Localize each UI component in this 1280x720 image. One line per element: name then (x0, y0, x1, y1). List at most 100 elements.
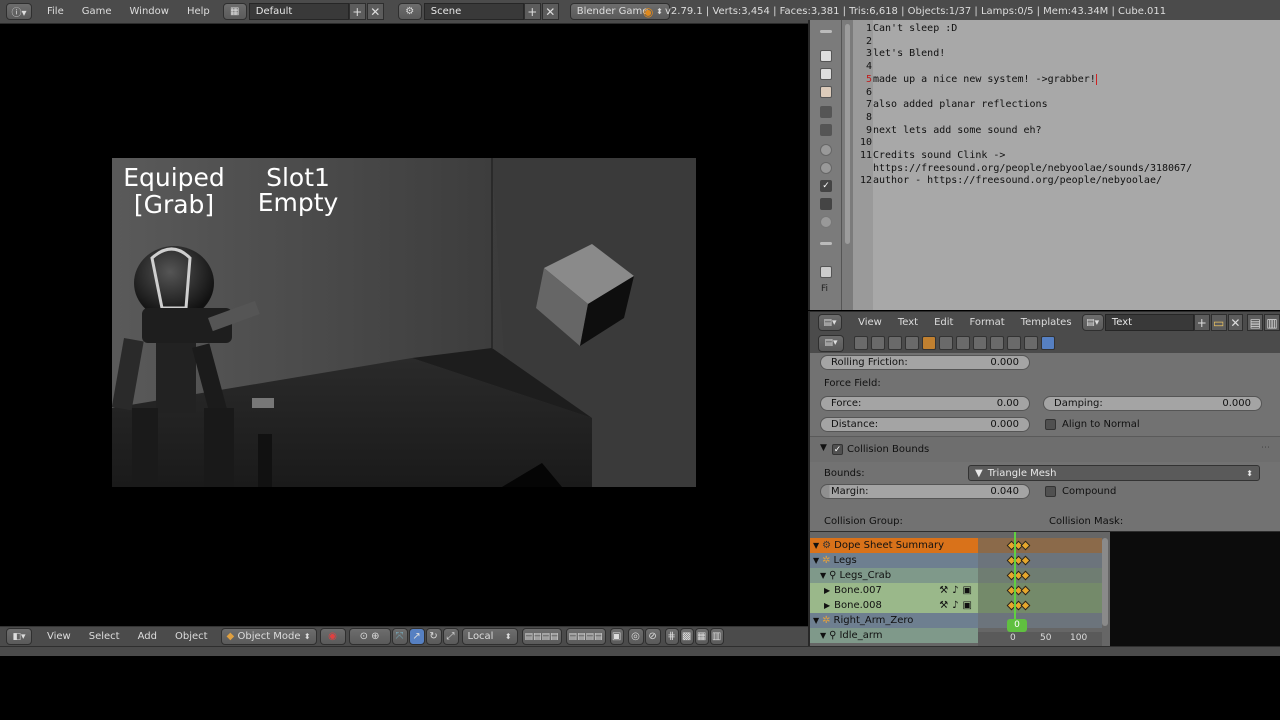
add-scene-button[interactable]: + (523, 3, 541, 20)
opengl-render-button[interactable]: ▩ (679, 628, 694, 645)
bone-008-track[interactable] (978, 598, 1102, 613)
damping-slider[interactable]: Damping: 0.000 (1043, 396, 1262, 411)
channel-bone-007[interactable]: ▶ Bone.007 ⚒ ♪ ▣ (810, 583, 978, 598)
menu-view[interactable]: View (38, 631, 80, 642)
screen-layout-button[interactable]: ▦ (222, 3, 247, 20)
menu-add[interactable]: Add (129, 631, 166, 642)
layers-group-2[interactable]: ▤▤▤▤ (565, 628, 606, 645)
menu-help[interactable]: Help (178, 6, 219, 17)
menu-window[interactable]: Window (121, 6, 178, 17)
open-text-button[interactable]: ▭ (1210, 314, 1227, 331)
file-icon[interactable] (820, 266, 832, 278)
properties-editor[interactable]: ▤▾ Rolling Friction: 0.000 Force Field: … (808, 333, 1280, 531)
text-editor-content[interactable]: 1 Can't sleep :D 2 3 let's Blend! 4 5 made … (860, 20, 1273, 310)
layers-group-1[interactable]: ▤▤▤▤ (521, 628, 562, 645)
orientation-dropdown[interactable]: Local ⬍ (461, 628, 518, 645)
syntax-highlight-toggle[interactable] (820, 86, 832, 98)
line-numbers-toggle[interactable] (820, 50, 832, 62)
delete-scene-button[interactable]: ✕ (541, 3, 559, 20)
snap-button[interactable]: ⊘ (644, 628, 661, 645)
modifiers-tab-icon[interactable] (956, 336, 970, 350)
margin-slider[interactable]: Margin: 0.040 (820, 484, 1030, 499)
wrench-icon[interactable]: ⚒ (939, 600, 948, 611)
drag-handle-icon[interactable]: ⋯ (1261, 443, 1270, 453)
editor-type-text-button[interactable]: ▤▾ (818, 314, 843, 331)
world-tab-icon[interactable] (905, 336, 919, 350)
render-tab-icon[interactable] (854, 336, 868, 350)
dope-sheet-editor[interactable]: ▼ ⚙ Dope Sheet Summary ▼ ✲ Legs ▼ ⚲ Legs… (808, 531, 1280, 646)
dopesheet-scrollbar[interactable] (1102, 538, 1108, 626)
channel-legs[interactable]: ▼ ✲ Legs (810, 553, 978, 568)
channel-dope-sheet-summary[interactable]: ▼ ⚙ Dope Sheet Summary (810, 538, 978, 553)
editor-type-info-button[interactable]: ⓘ▾ (6, 3, 32, 20)
hide-toolshelf-icon[interactable] (820, 30, 832, 33)
game-render-view[interactable]: Equiped [Grab] Slot1 Empty (112, 158, 696, 487)
snap-element-button[interactable]: ⋕ (664, 628, 679, 645)
toggle-line-numbers-button[interactable]: ▤ (1247, 314, 1264, 331)
word-wrap-toggle[interactable] (820, 68, 832, 80)
scene-field[interactable]: Scene (423, 3, 524, 20)
rolling-friction-slider[interactable]: Rolling Friction: 0.000 (820, 355, 1030, 370)
pivot-point-button[interactable]: ⊙ ⊕ (348, 628, 391, 645)
radio-icon[interactable] (820, 216, 832, 228)
texture-tab-icon[interactable] (1007, 336, 1021, 350)
physics-tab-icon[interactable] (1041, 336, 1055, 350)
collapse-icon[interactable] (820, 242, 832, 245)
material-tab-icon[interactable] (990, 336, 1004, 350)
3d-viewport[interactable]: Equiped [Grab] Slot1 Empty (0, 24, 808, 626)
text-editor-scrollbar[interactable] (842, 20, 853, 310)
collision-bounds-panel-header[interactable]: ▼ ✓ Collision Bounds ⋯ (810, 436, 1280, 462)
scale-button[interactable]: ⤢ (442, 628, 459, 645)
menu-object[interactable]: Object (166, 631, 217, 642)
menu-game[interactable]: Game (73, 6, 121, 17)
layout-field[interactable]: Default (248, 3, 349, 20)
align-to-normal-checkbox[interactable] (1045, 419, 1056, 430)
right-arm-track[interactable] (978, 613, 1102, 628)
lock-icon[interactable]: ▣ (963, 600, 972, 611)
frame-ruler[interactable]: 0 50 100 (978, 632, 1102, 646)
particles-tab-icon[interactable] (1024, 336, 1038, 350)
channel-bone-008[interactable]: ▶ Bone.008 ⚒ ♪ ▣ (810, 598, 978, 613)
menu-format[interactable]: Format (961, 317, 1012, 328)
editor-type-3d-button[interactable]: ◧▾ (6, 628, 32, 645)
menu-select[interactable]: Select (80, 631, 129, 642)
render-layers-tab-icon[interactable] (871, 336, 885, 350)
speaker-icon[interactable]: ♪ (952, 600, 958, 611)
distance-slider[interactable]: Distance: 0.000 (820, 417, 1030, 432)
render-engine-dropdown[interactable]: Blender Game ⬍ (569, 3, 670, 20)
text-editor[interactable]: ✓ Fi 1 Can't sleep :D 2 3 let's Blend! 4 5… (808, 20, 1280, 310)
opengl-anim-button[interactable]: ▦ (694, 628, 709, 645)
editor-type-properties-button[interactable]: ▤▾ (818, 334, 844, 352)
add-layout-button[interactable]: + (348, 3, 366, 20)
lock-icon[interactable]: ▣ (963, 585, 972, 596)
lock-layers-button[interactable]: ▣ (609, 628, 624, 645)
translate-button[interactable]: ↗ (408, 628, 425, 645)
speaker-icon[interactable]: ♪ (952, 585, 958, 596)
radio-icon[interactable] (820, 162, 832, 174)
object-tab-icon[interactable] (922, 336, 936, 350)
legs-track[interactable] (978, 553, 1102, 568)
force-slider[interactable]: Force: 0.00 (820, 396, 1030, 411)
checkbox-icon[interactable]: ✓ (820, 180, 832, 192)
new-text-button[interactable]: + (1193, 314, 1210, 331)
mode-dropdown[interactable]: ◆ Object Mode ⬍ (220, 628, 317, 645)
rotate-button[interactable]: ↻ (425, 628, 442, 645)
delete-layout-button[interactable]: ✕ (366, 3, 384, 20)
channel-right-arm-zero[interactable]: ▼ ✲ Right_Arm_Zero (810, 613, 978, 628)
menu-text[interactable]: Text (890, 317, 926, 328)
proportional-edit-button[interactable]: ◎ (627, 628, 644, 645)
menu-file[interactable]: File (38, 6, 73, 17)
text-browse-button[interactable]: ▤▾ (1081, 314, 1104, 331)
viewport-shading-button[interactable]: ◉ (319, 628, 346, 645)
checkbox-icon[interactable] (820, 198, 832, 210)
text-datablock-field[interactable]: Text (1104, 314, 1194, 331)
data-tab-icon[interactable] (973, 336, 987, 350)
channel-idle-arm[interactable]: ▼ ⚲ Idle_arm (810, 628, 978, 643)
legs-crab-track[interactable] (978, 568, 1102, 583)
manipulator-toggle[interactable]: ⤧ (391, 628, 408, 645)
unlink-text-button[interactable]: ✕ (1227, 314, 1244, 331)
current-frame-line[interactable] (1014, 532, 1016, 632)
live-edit-icon[interactable] (820, 106, 832, 118)
viewport-render-button[interactable]: ▥ (709, 628, 724, 645)
scrollbar-thumb[interactable] (845, 24, 850, 244)
